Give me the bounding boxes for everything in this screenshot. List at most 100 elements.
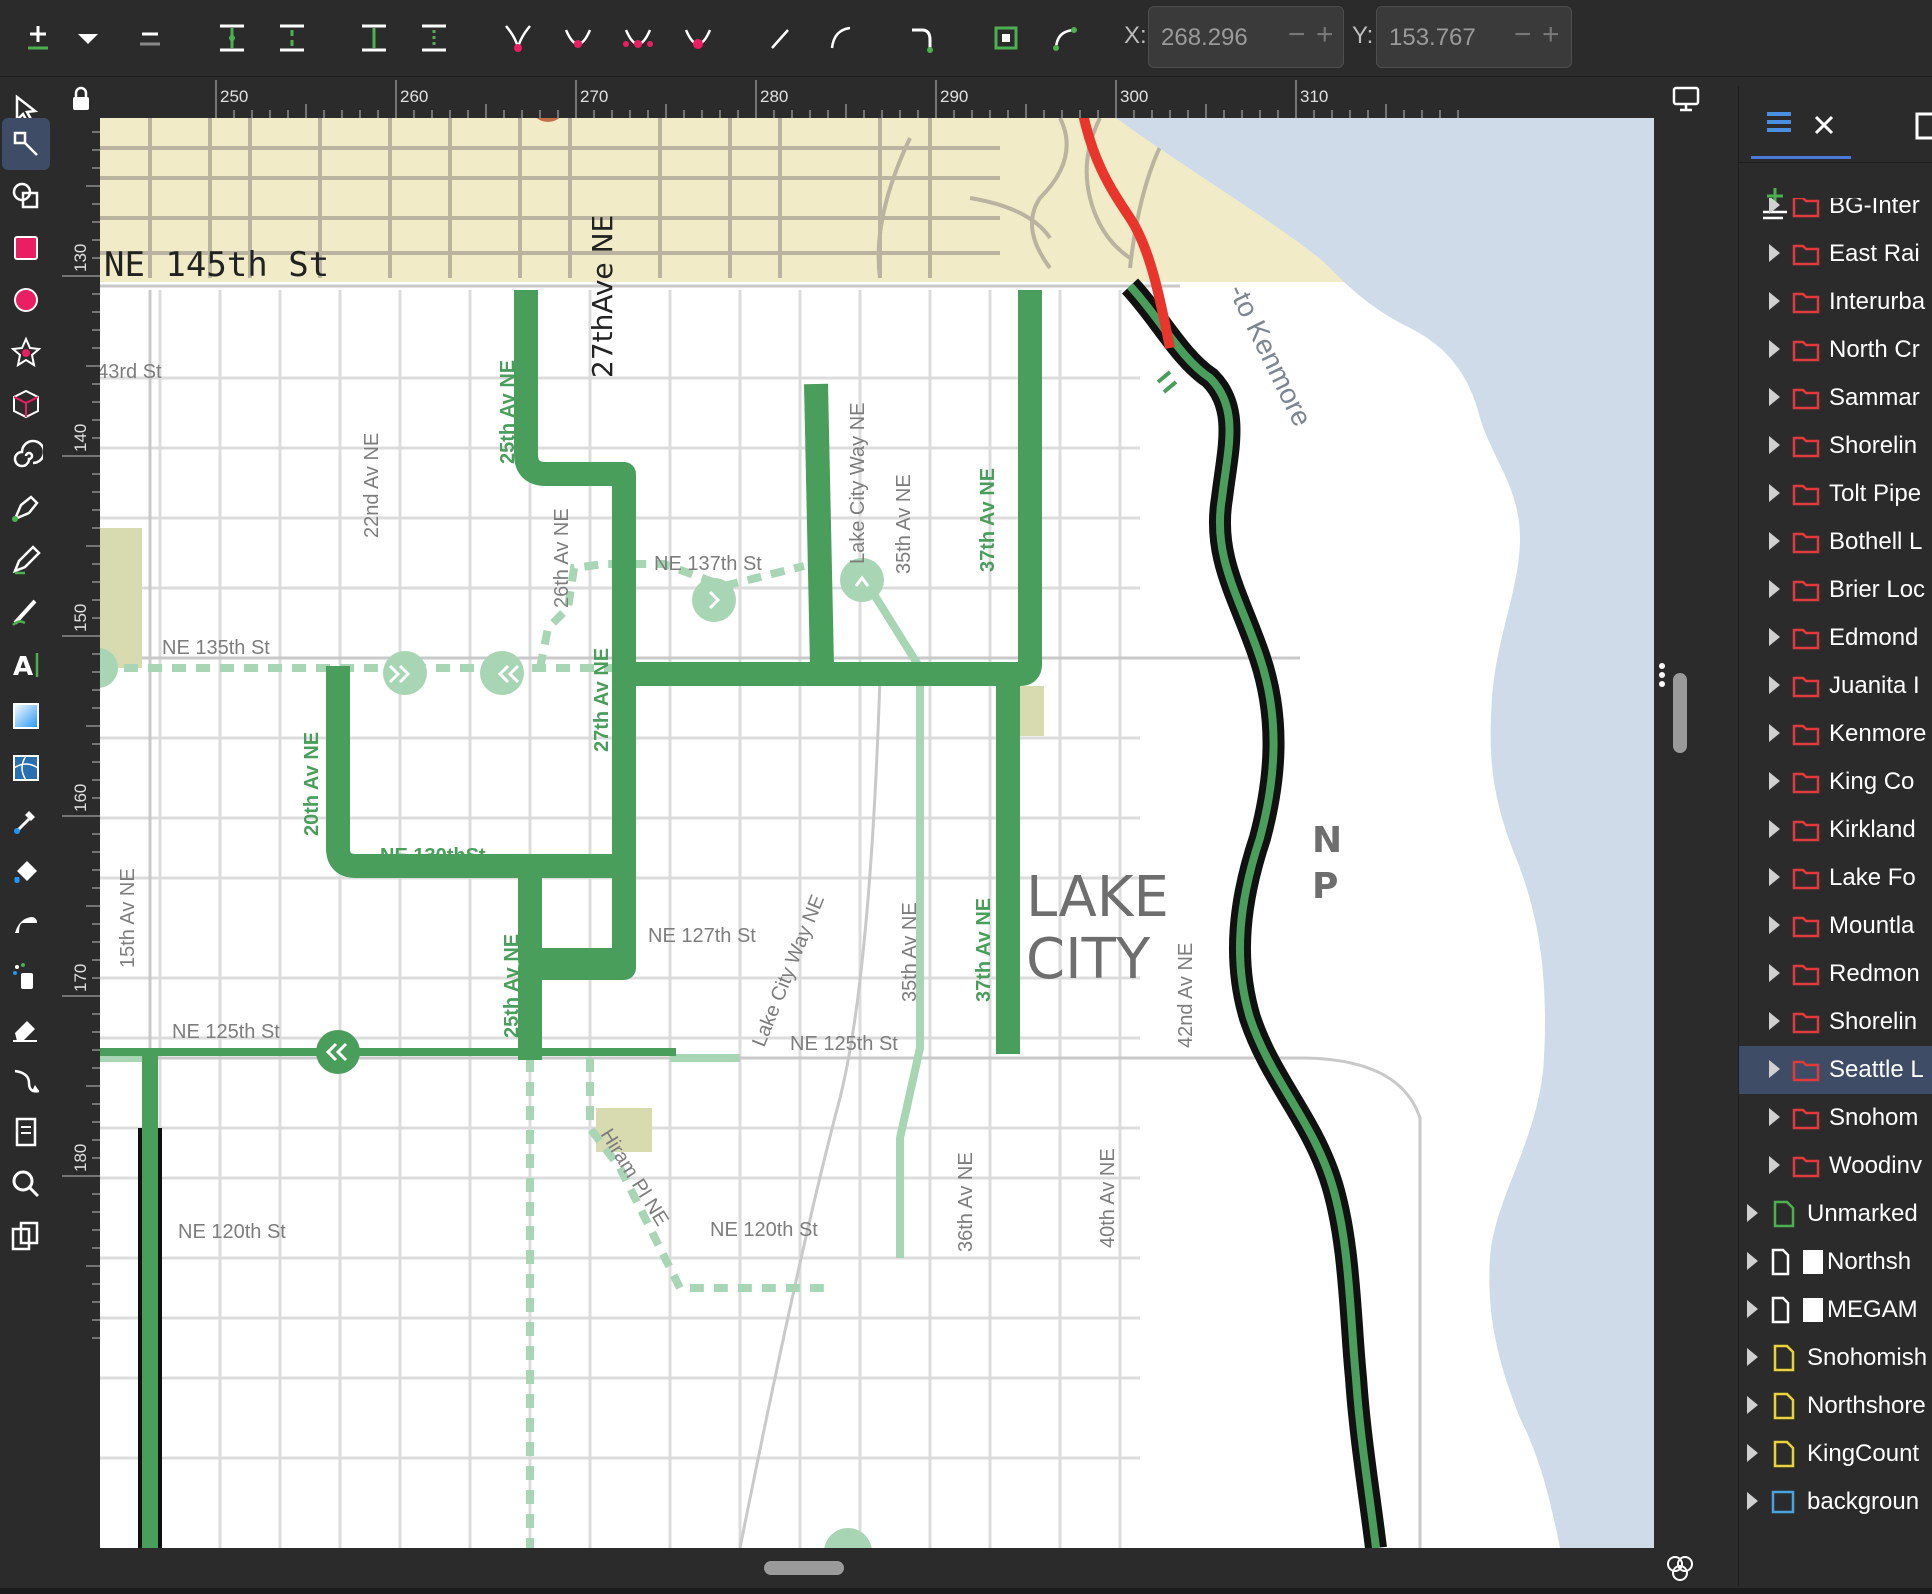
layer-row[interactable]: Snohomish <box>1739 1334 1932 1382</box>
layer-row[interactable]: Bothell L <box>1739 518 1932 566</box>
expand-arrow-icon[interactable] <box>1769 628 1780 646</box>
expand-arrow-icon[interactable] <box>1769 1156 1780 1174</box>
tweak-tool[interactable] <box>2 898 50 950</box>
dropper-tool[interactable] <box>2 794 50 846</box>
expand-arrow-icon[interactable] <box>1769 724 1780 742</box>
expand-arrow-icon[interactable] <box>1769 340 1780 358</box>
layer-row[interactable]: Brier Loc <box>1739 566 1932 614</box>
expand-arrow-icon[interactable] <box>1769 916 1780 934</box>
rectangle-tool[interactable] <box>2 222 50 274</box>
3d-box-tool[interactable] <box>2 378 50 430</box>
pencil-tool[interactable] <box>2 534 50 586</box>
vertical-scroll-thumb[interactable] <box>1673 673 1687 753</box>
break-path-button[interactable] <box>270 14 314 62</box>
layer-row[interactable]: Mountla <box>1739 902 1932 950</box>
pen-tool[interactable] <box>2 482 50 534</box>
color-management-icon[interactable] <box>1660 1548 1700 1588</box>
stroke-to-path-button[interactable] <box>984 14 1028 62</box>
layer-row[interactable]: Juanita I <box>1739 662 1932 710</box>
horizontal-ruler[interactable]: 250 260 270 280 290 300 310 <box>100 80 1654 118</box>
zoom-tool[interactable] <box>2 1158 50 1210</box>
layer-row[interactable]: Edmond <box>1739 614 1932 662</box>
layer-row[interactable]: MEGAM <box>1739 1286 1932 1334</box>
layer-row[interactable]: Lake Fo <box>1739 854 1932 902</box>
make-line-button[interactable] <box>758 14 802 62</box>
delete-segment-button[interactable] <box>412 14 456 62</box>
vertical-scrollbar[interactable] <box>1654 118 1704 1548</box>
pages-tool[interactable] <box>2 1106 50 1158</box>
expand-arrow-icon[interactable] <box>1769 484 1780 502</box>
layer-row[interactable]: King Co <box>1739 758 1932 806</box>
close-icon[interactable] <box>1809 110 1839 140</box>
mesh-tool[interactable] <box>2 742 50 794</box>
join-segment-button[interactable] <box>352 14 396 62</box>
expand-arrow-icon[interactable] <box>1769 580 1780 598</box>
expand-arrow-icon[interactable] <box>1747 1348 1758 1366</box>
layer-row[interactable]: Unmarked <box>1739 1190 1932 1238</box>
expand-arrow-icon[interactable] <box>1747 1444 1758 1462</box>
spray-tool[interactable] <box>2 950 50 1002</box>
tab-layers-objects[interactable] <box>1751 92 1851 159</box>
spiral-tool[interactable] <box>2 430 50 482</box>
layer-row[interactable]: Shorelin <box>1739 998 1932 1046</box>
x-increment-button[interactable]: + <box>1316 20 1334 50</box>
cusp-node-button[interactable] <box>496 14 540 62</box>
layer-row[interactable]: Kirkland <box>1739 806 1932 854</box>
object-to-path-button[interactable] <box>900 14 944 62</box>
expand-arrow-icon[interactable] <box>1769 868 1780 886</box>
lock-icon[interactable] <box>62 80 100 118</box>
x-coordinate-input[interactable]: 268.296 <box>1148 6 1344 68</box>
shape-builder-tool[interactable] <box>2 170 50 222</box>
layer-row[interactable]: BG-Inter <box>1739 198 1932 230</box>
expand-arrow-icon[interactable] <box>1747 1300 1758 1318</box>
y-increment-button[interactable]: + <box>1542 20 1560 50</box>
expand-arrow-icon[interactable] <box>1769 1012 1780 1030</box>
layer-row[interactable]: Kenmore <box>1739 710 1932 758</box>
expand-arrow-icon[interactable] <box>1769 436 1780 454</box>
expand-arrow-icon[interactable] <box>1747 1492 1758 1510</box>
expand-arrow-icon[interactable] <box>1747 1396 1758 1414</box>
expand-arrow-icon[interactable] <box>1747 1252 1758 1270</box>
layer-row[interactable]: Tolt Pipe <box>1739 470 1932 518</box>
y-decrement-button[interactable]: − <box>1514 20 1532 50</box>
layer-row[interactable]: Seattle L <box>1739 1046 1932 1094</box>
layer-row[interactable]: Interurba <box>1739 278 1932 326</box>
symmetric-node-button[interactable] <box>616 14 660 62</box>
expand-arrow-icon[interactable] <box>1769 772 1780 790</box>
text-tool[interactable]: A <box>2 638 50 690</box>
ellipse-tool[interactable] <box>2 274 50 326</box>
star-tool[interactable] <box>2 326 50 378</box>
layer-row[interactable]: East Rai <box>1739 230 1932 278</box>
layer-row[interactable]: Woodinv <box>1739 1142 1932 1190</box>
expand-arrow-icon[interactable] <box>1769 388 1780 406</box>
insert-node-button[interactable] <box>16 14 60 62</box>
layer-row[interactable]: Sammar <box>1739 374 1932 422</box>
expand-arrow-icon[interactable] <box>1769 532 1780 550</box>
expand-arrow-icon[interactable] <box>1769 198 1780 214</box>
horizontal-scroll-thumb[interactable] <box>764 1561 844 1575</box>
drawing-canvas[interactable]: NE 145th St 27thAve NE 143rd St 22nd Av … <box>100 118 1654 1548</box>
expand-arrow-icon[interactable] <box>1769 1108 1780 1126</box>
horizontal-scrollbar[interactable] <box>100 1548 1693 1588</box>
auto-smooth-node-button[interactable] <box>676 14 720 62</box>
connector-tool[interactable] <box>2 1054 50 1106</box>
expand-arrow-icon[interactable] <box>1769 676 1780 694</box>
calligraphy-tool[interactable] <box>2 586 50 638</box>
expand-arrow-icon[interactable] <box>1769 244 1780 262</box>
layer-row[interactable]: Northshore <box>1739 1382 1932 1430</box>
expand-arrow-icon[interactable] <box>1769 292 1780 310</box>
smooth-node-button[interactable] <box>556 14 600 62</box>
clone-tool[interactable] <box>2 1210 50 1262</box>
monitor-icon[interactable] <box>1662 80 1712 118</box>
node-dropdown-button[interactable] <box>66 14 110 62</box>
show-handles-button[interactable] <box>1044 14 1088 62</box>
next-tab-icon[interactable] <box>1909 106 1932 146</box>
layer-row[interactable]: Snohom <box>1739 1094 1932 1142</box>
vertical-ruler[interactable]: 130 140 150 160 170 180 <box>62 118 100 1548</box>
expand-arrow-icon[interactable] <box>1769 1060 1780 1078</box>
layer-row[interactable]: Northsh <box>1739 1238 1932 1286</box>
layer-row[interactable]: Redmon <box>1739 950 1932 998</box>
layer-row[interactable]: North Cr <box>1739 326 1932 374</box>
layer-row[interactable]: Shorelin <box>1739 422 1932 470</box>
eraser-tool[interactable] <box>2 1002 50 1054</box>
